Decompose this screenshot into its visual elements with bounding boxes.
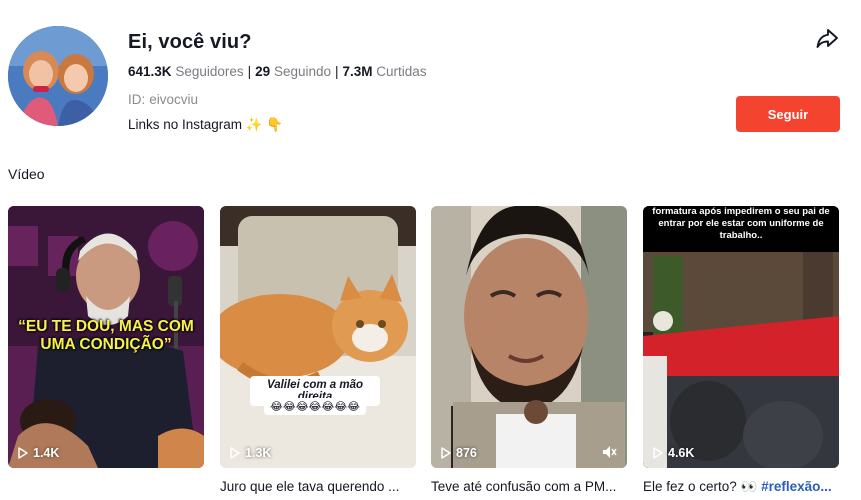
likes-label: Curtidas — [376, 64, 427, 79]
follow-button[interactable]: Seguir — [736, 96, 840, 132]
play-icon — [653, 447, 663, 459]
video-caption[interactable]: Ele fez o certo? 👀 #reflexão... — [643, 479, 839, 495]
video-overlay-text: formatura após impedirem o seu pai de en… — [652, 206, 830, 241]
view-count: 876 — [441, 446, 477, 460]
video-caption-hashtag[interactable]: #reflexão... — [761, 479, 832, 494]
play-icon — [441, 447, 451, 459]
video-sticker-emojis: 😂😂😂😂😂😂😂 — [264, 398, 366, 415]
share-arrow-icon[interactable] — [814, 26, 840, 52]
play-icon — [230, 447, 240, 459]
profile-id: ID: eivocviu — [128, 92, 198, 107]
view-count-value: 1.4K — [33, 446, 60, 460]
following-label: Seguindo — [273, 64, 331, 79]
video-caption[interactable]: Juro que ele tava querendo ... — [220, 479, 416, 494]
profile-avatar[interactable] — [8, 26, 108, 126]
profile-stats: 641.3K Seguidores | 29 Seguindo | 7.3M Curti… — [128, 64, 427, 79]
profile-id-value: eivocviu — [149, 92, 199, 107]
divider: | — [335, 64, 339, 79]
following-count: 29 — [255, 64, 271, 79]
divider: | — [247, 64, 252, 79]
mute-icon[interactable] — [601, 444, 617, 460]
video-thumbnail — [431, 206, 627, 468]
profile-name: Ei, você viu? — [128, 31, 252, 53]
view-count-value: 876 — [456, 446, 477, 460]
video-card[interactable]: formatura após impedirem o seu pai de en… — [643, 206, 839, 468]
play-icon — [18, 447, 28, 459]
followers-label: Seguidores — [175, 64, 244, 79]
view-count: 1.3K — [230, 446, 271, 460]
view-count-value: 4.6K — [668, 446, 695, 460]
video-card[interactable]: 876 — [431, 206, 627, 468]
video-caption-text: Ele fez o certo? 👀 — [643, 479, 762, 494]
video-card[interactable]: Valilei com a mão direita 😂😂😂😂😂😂😂 1.3K — [220, 206, 416, 468]
view-count: 4.6K — [653, 446, 694, 460]
profile-id-label: ID: — [128, 92, 146, 107]
video-thumbnail — [220, 206, 416, 468]
followers-count: 641.3K — [128, 64, 172, 79]
video-caption[interactable]: Teve até confusão com a PM... — [431, 479, 627, 494]
video-card[interactable]: “EU TE DOU, MAS COM UMA CONDIÇÃO” 1.4K — [8, 206, 204, 468]
likes-count: 7.3M — [342, 64, 373, 79]
video-overlay-text: “EU TE DOU, MAS COM UMA CONDIÇÃO” — [18, 318, 194, 353]
section-title-video: Vídeo — [8, 166, 45, 182]
view-count-value: 1.3K — [245, 446, 272, 460]
view-count: 1.4K — [18, 446, 59, 460]
profile-bio: Links no Instagram ✨ 👇 — [128, 117, 284, 132]
